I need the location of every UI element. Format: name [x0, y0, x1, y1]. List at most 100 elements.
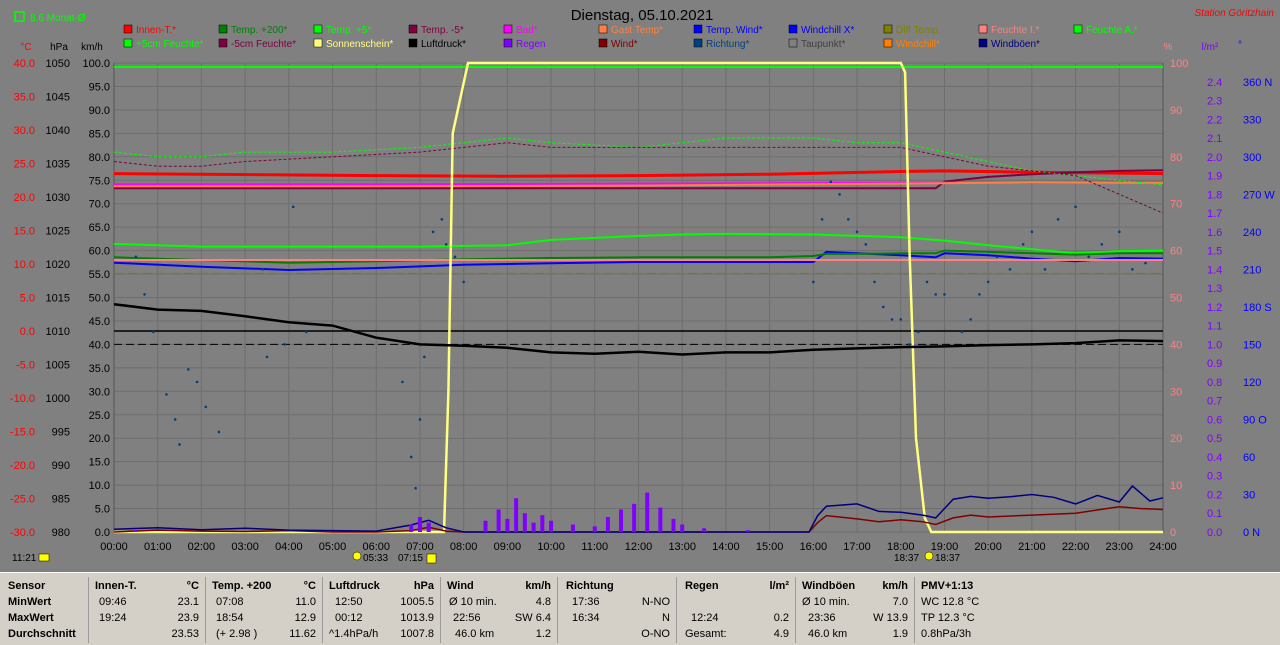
direction-tick-label: 30: [1243, 489, 1255, 501]
sun-icon: [426, 553, 437, 564]
direction-point: [969, 318, 972, 321]
time-tick-label: 10:00: [537, 541, 565, 553]
direction-point: [908, 343, 911, 346]
stats-pmv-header: PMV+1:13: [921, 580, 974, 592]
direction-point: [812, 280, 815, 284]
direction-tick-label: 180 S: [1243, 302, 1272, 314]
temp-tick-label: 35.0: [14, 92, 35, 104]
wind-tick-label: 50.0: [89, 293, 110, 305]
pressure-tick-label: 1015: [46, 293, 70, 305]
direction-point: [414, 486, 417, 490]
direction-point: [1074, 205, 1077, 209]
humidity-tick-label: 70: [1170, 199, 1182, 211]
legend-swatch: [693, 38, 703, 48]
direction-point: [995, 255, 999, 259]
stats-temp200-max-time: 18:54: [216, 612, 244, 624]
wind-tick-label: 100.0: [82, 58, 110, 70]
direction-point: [978, 293, 981, 296]
direction-point: [431, 230, 435, 234]
legend-swatch: [978, 38, 988, 48]
rain-tick-label: 1.4: [1207, 264, 1222, 276]
direction-point: [305, 330, 308, 334]
pressure-tick-label: 1030: [46, 192, 70, 204]
rain-bar: [645, 492, 650, 532]
sunrise-icon: [352, 551, 362, 561]
humidity-tick-label: 80: [1170, 152, 1182, 164]
humidity-tick-label: 30: [1170, 386, 1182, 398]
sunset-label: 18:37: [894, 553, 919, 564]
legend-label: Wind*: [611, 39, 638, 50]
legend-label: Temp. +5*: [326, 25, 371, 36]
legend-label: Innen-T.*: [136, 25, 176, 36]
stats-luftdruck-min-time: 12:50: [335, 596, 363, 608]
rain-bar: [417, 516, 422, 532]
stats-richtung-header: Richtung: [566, 580, 614, 592]
stats-richtung-max-time: 16:34: [572, 612, 600, 624]
direction-tick-label: 0 N: [1243, 527, 1260, 539]
weather-chart-page: 8.6 Monat-Ø Dienstag, 05.10.2021 Station…: [0, 0, 1280, 645]
wind-tick-label: 90.0: [89, 105, 110, 117]
stats-luftdruck-column: Luftdruck hPa 12:50 1005.5 00:12 1013.9 …: [323, 573, 440, 645]
stats-pmv-windchill: WC 12.8 °C: [921, 596, 980, 608]
temp-tick-label: 5.0: [20, 293, 35, 305]
direction-point: [847, 218, 850, 221]
time-tick-label: 08:00: [450, 541, 478, 553]
pressure-tick-label: 1020: [46, 259, 70, 271]
legend-label: Regen: [516, 39, 545, 50]
time-tick-label: 20:00: [974, 541, 1002, 553]
humidity-tick-label: 40: [1170, 339, 1182, 351]
legend-swatch: [408, 24, 418, 34]
legend-swatch: [313, 24, 323, 34]
wind-tick-label: 15.0: [89, 457, 110, 469]
stats-innen-max-time: 19:24: [99, 612, 127, 624]
stats-temp200-max-value: 12.9: [294, 612, 316, 624]
temp-tick-label: 0.0: [20, 326, 35, 338]
stats-windboeen-min-note: Ø 10 min.: [802, 596, 850, 608]
rain-bar: [619, 509, 624, 532]
stats-avg-label: Durchschnitt: [8, 628, 76, 640]
legend-label: Windchill*: [896, 39, 940, 50]
rain-bar: [592, 526, 597, 532]
time-tick-label: 16:00: [800, 541, 828, 553]
pressure-tick-label: 1000: [46, 393, 70, 405]
direction-tick-label: 60: [1243, 452, 1255, 464]
stats-luftdruck-unit: hPa: [413, 580, 434, 592]
time-tick-label: 11:00: [581, 541, 608, 553]
rain-tick-label: 1.6: [1207, 227, 1222, 239]
stats-pmv-taupunkt: TP 12.3 °C: [921, 612, 975, 624]
direction-point: [173, 418, 177, 421]
pressure-tick-label: 985: [52, 494, 70, 506]
stats-innen-header: Innen-T.: [95, 580, 137, 592]
direction-point: [143, 293, 146, 296]
stats-temp200-column: Temp. +200 °C 07:08 11.0 18:54 12.9 (+ 2…: [206, 573, 322, 645]
temp-tick-label: -15.0: [10, 427, 35, 439]
time-tick-label: 15:00: [756, 541, 784, 553]
humidity-tick-label: 50: [1170, 293, 1182, 305]
legend-label: Windböen*: [991, 39, 1040, 50]
rain-bar: [505, 518, 510, 532]
direction-point: [820, 218, 824, 221]
wind-tick-label: 65.0: [89, 222, 110, 234]
temp-tick-label: 40.0: [14, 58, 35, 70]
wind-tick-label: 35.0: [89, 363, 110, 375]
humidity-tick-label: 90: [1170, 105, 1182, 117]
direction-point: [1087, 255, 1090, 259]
stats-wind-unit: km/h: [525, 580, 551, 592]
direction-point: [1131, 268, 1134, 271]
wind-tick-label: 85.0: [89, 128, 110, 140]
direction-point: [195, 380, 199, 384]
direction-point: [423, 355, 426, 359]
direction-point: [204, 405, 208, 409]
time-tick-label: 00:00: [100, 541, 128, 553]
time-tick-label: 17:00: [843, 541, 871, 553]
stats-regen-unit: l/m²: [769, 580, 789, 592]
direction-point: [1100, 243, 1104, 246]
stats-wind-max-value: SW 6.4: [514, 612, 551, 624]
rain-tick-label: 0.7: [1207, 396, 1222, 408]
time-tick-label: 04:00: [275, 541, 303, 553]
time-tick-label: 24:00: [1149, 541, 1177, 553]
statistics-panel: Sensor MinWert MaxWert Durchschnitt Inne…: [0, 572, 1280, 645]
direction-point: [283, 343, 286, 346]
legend-swatch: [598, 38, 608, 48]
legend-label: Sonnenschein*: [326, 39, 393, 50]
